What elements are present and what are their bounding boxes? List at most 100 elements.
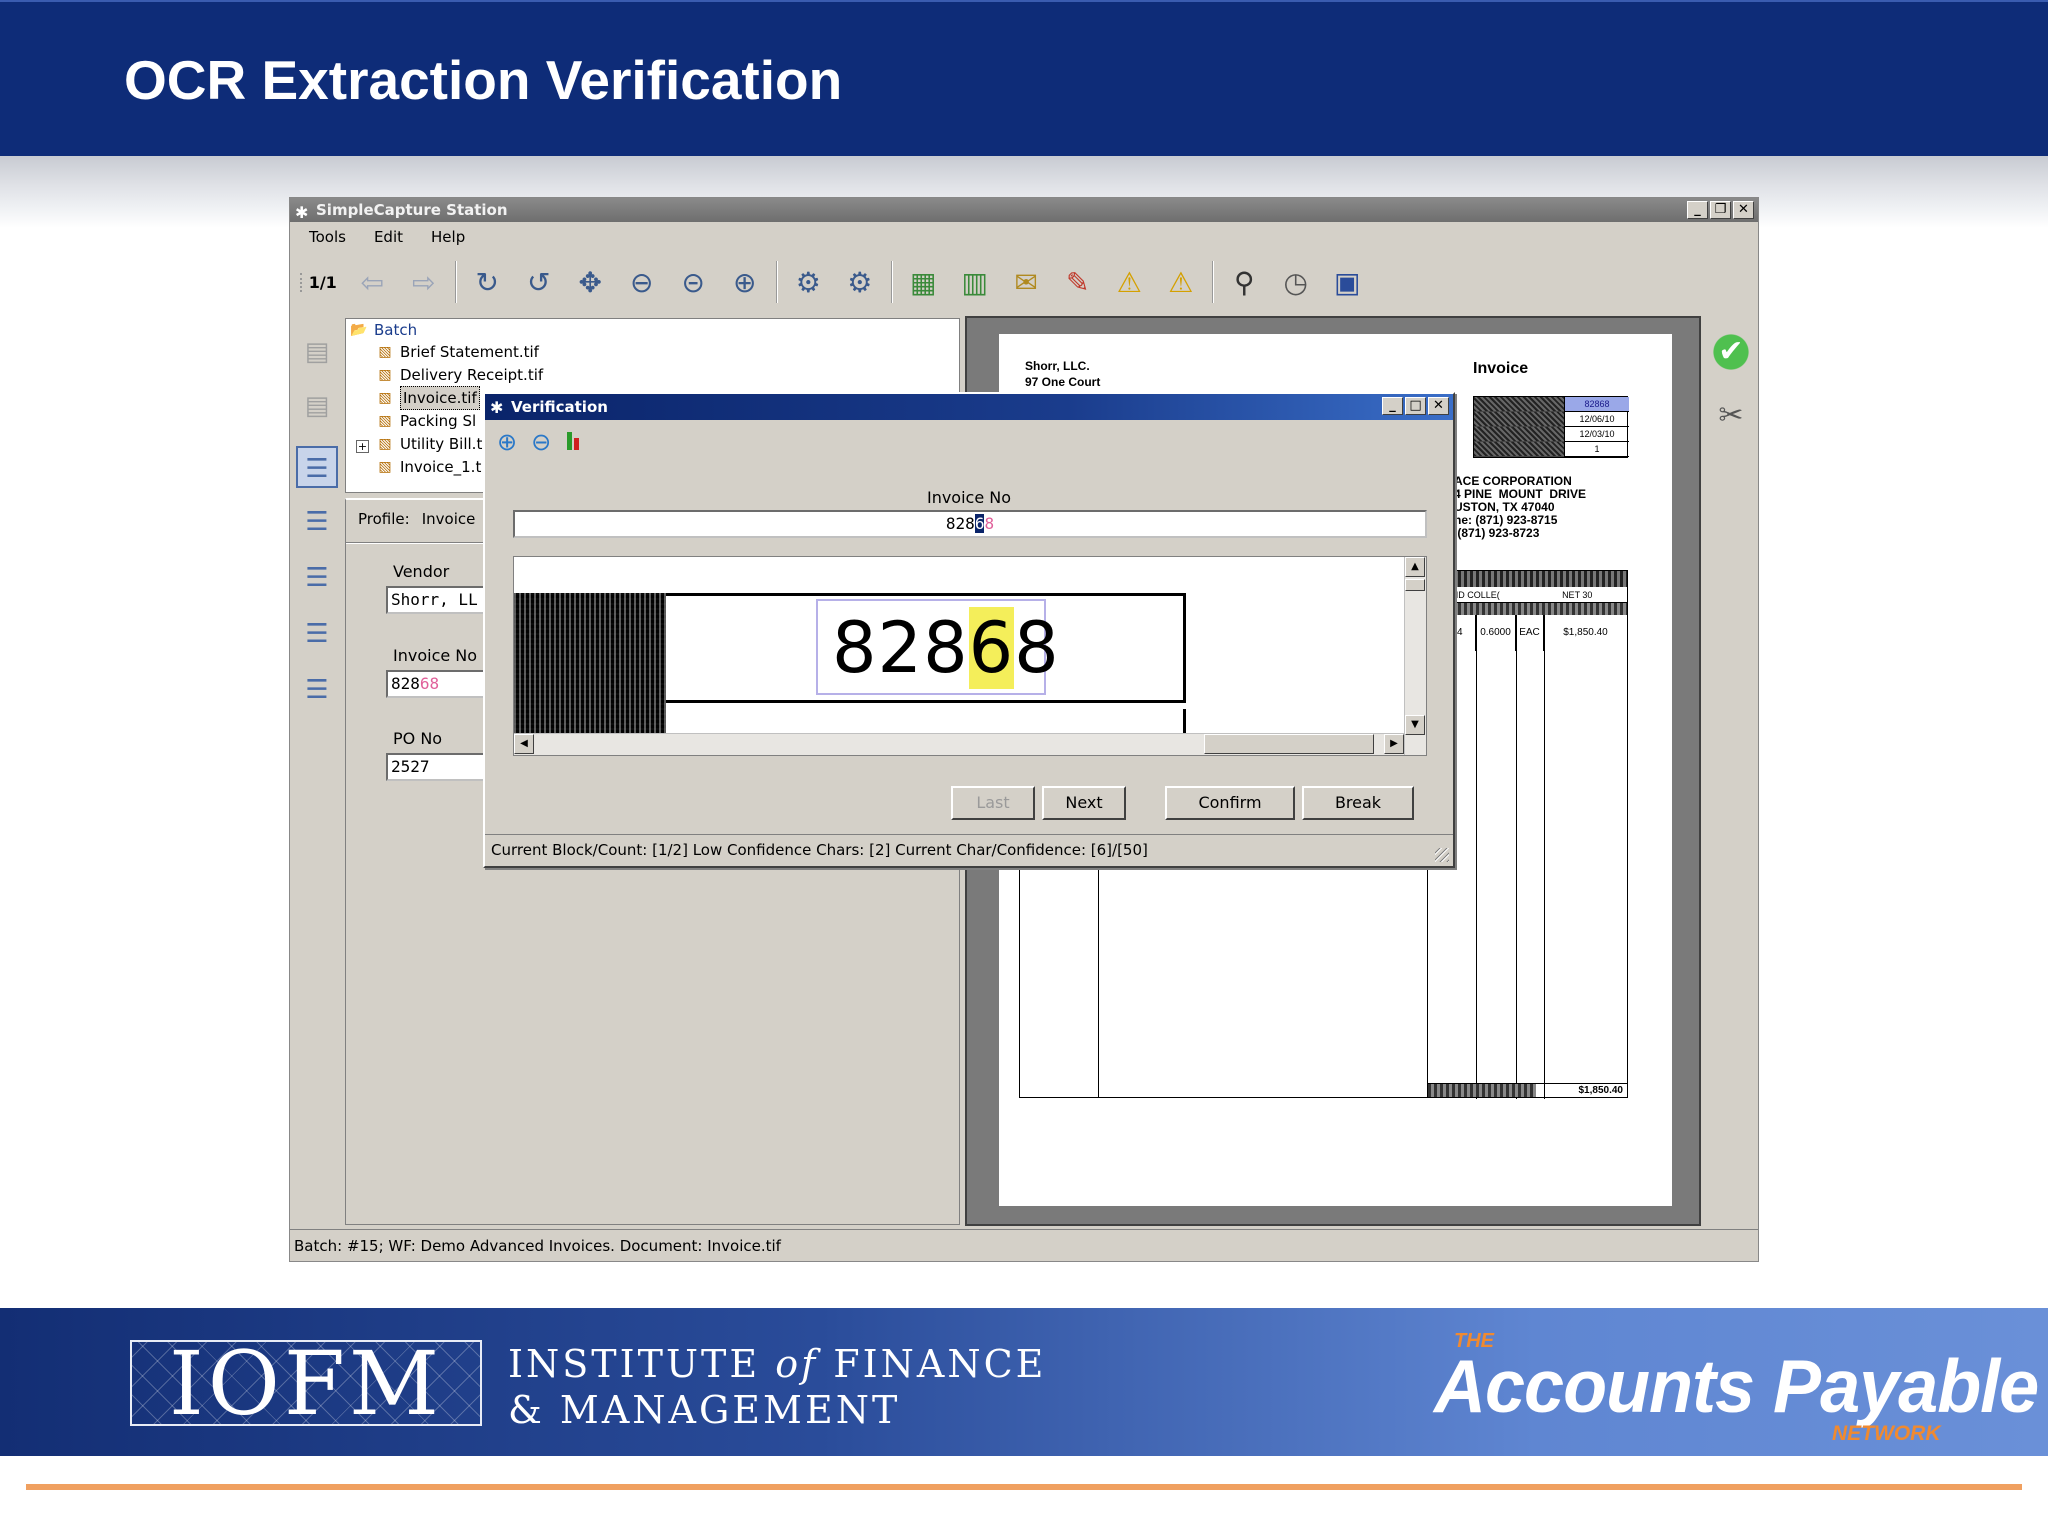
bar-chart-icon[interactable] bbox=[565, 428, 585, 452]
tree-item-label: Invoice.tif bbox=[400, 386, 480, 410]
slide: OCR Extraction Verification ✱ SimpleCapt… bbox=[0, 0, 2048, 1536]
institute-word: INSTITUTE bbox=[508, 1342, 761, 1386]
layout-view-3-icon[interactable]: ☰ bbox=[296, 557, 338, 599]
scroll-thumb[interactable] bbox=[1405, 579, 1425, 591]
rotate-left-icon[interactable]: ↺ bbox=[516, 259, 562, 305]
next-button[interactable]: Next bbox=[1042, 786, 1126, 820]
tree-item[interactable]: ▧ Invoice_1.t bbox=[376, 456, 481, 478]
history-icon[interactable]: ◷ bbox=[1273, 259, 1319, 305]
bill-to-address: ACE CORPORATION 4 PINE MOUNT DRIVE USTON… bbox=[1454, 474, 1587, 540]
verify-field-input[interactable]: 82868 bbox=[513, 510, 1427, 538]
dialog-title: Verification bbox=[511, 398, 608, 416]
tree-item[interactable]: ▧ Delivery Receipt.tif bbox=[376, 364, 543, 386]
document-icon: ▧ bbox=[378, 436, 392, 452]
zoom-in-icon[interactable]: ⊕ bbox=[497, 428, 517, 456]
confirm-button[interactable]: Confirm bbox=[1165, 786, 1295, 820]
vendor-field[interactable]: Shorr, LL bbox=[386, 586, 496, 614]
profile-value[interactable]: Invoice bbox=[422, 510, 476, 528]
zoom-out-icon[interactable]: ⊝ bbox=[671, 259, 717, 305]
find-icon[interactable]: ⚲ bbox=[1222, 259, 1268, 305]
left-icon-strip: ▤ ▤ ☰ ☰ ☰ ☰ ☰ bbox=[292, 321, 342, 941]
menu-help[interactable]: Help bbox=[431, 224, 465, 250]
main-toolbar: 1/1 ⇦ ⇨ ↻ ↺ ✥ ⊖ ⊝ ⊕ ⚙ ⚙ ▦ ▥ ✉ ✎ ⚠ ⚠ ⚲ ◷ … bbox=[290, 255, 1370, 309]
layout-view-5-icon[interactable]: ☰ bbox=[296, 669, 338, 711]
column-line bbox=[1476, 615, 1477, 1099]
layout-view-2-icon[interactable]: ☰ bbox=[296, 501, 338, 543]
scan-block bbox=[1428, 1084, 1536, 1097]
snippet-vertical-scrollbar[interactable]: ▲ ▼ bbox=[1404, 557, 1426, 755]
invoice-date-value: 12/06/10 bbox=[1564, 412, 1629, 427]
add-document-icon[interactable]: ▤ bbox=[296, 331, 338, 373]
invoice-info-box: 82868 12/06/10 12/03/10 1 bbox=[1473, 396, 1629, 458]
scan-block bbox=[1428, 603, 1627, 615]
scroll-right-arrow-icon[interactable]: ▶ bbox=[1384, 734, 1404, 754]
tree-item[interactable]: ▧ Packing Sl bbox=[376, 410, 476, 432]
resize-grip-icon[interactable] bbox=[1435, 848, 1449, 862]
institute-of: of bbox=[775, 1342, 819, 1386]
tree-item-selected[interactable]: ▧ Invoice.tif bbox=[376, 386, 480, 410]
verify-field-label: Invoice No bbox=[926, 488, 1012, 507]
document-history-icon[interactable]: ▤ bbox=[296, 385, 338, 427]
tools-icon[interactable]: ✂ bbox=[1709, 394, 1753, 438]
prev-page-icon[interactable]: ⇦ bbox=[350, 259, 396, 305]
next-page-icon[interactable]: ⇨ bbox=[401, 259, 447, 305]
save-icon[interactable]: ▣ bbox=[1325, 259, 1371, 305]
slide-footer: IOFM INSTITUTE of FINANCE & MANAGEMENT T… bbox=[0, 1308, 2048, 1456]
minimize-button[interactable]: _ bbox=[1687, 201, 1708, 219]
tree-item[interactable]: ▧ Utility Bill.tif bbox=[376, 433, 491, 455]
rotate-right-icon[interactable]: ↻ bbox=[465, 259, 511, 305]
fit-width-icon[interactable]: ⊖ bbox=[619, 259, 665, 305]
dialog-minimize-button[interactable]: _ bbox=[1382, 397, 1403, 415]
restore-button[interactable]: ❐ bbox=[1710, 201, 1731, 219]
image-snippet[interactable]: 82868 12/06/10 ▲ ▼ ◀ ▶ bbox=[513, 556, 1427, 756]
last-button[interactable]: Last bbox=[951, 786, 1035, 820]
dialog-close-button[interactable]: ✕ bbox=[1428, 397, 1449, 415]
sender-name: Shorr, LLC. bbox=[1025, 359, 1090, 373]
scroll-up-arrow-icon[interactable]: ▲ bbox=[1405, 557, 1425, 577]
scroll-down-arrow-icon[interactable]: ▼ bbox=[1405, 715, 1425, 735]
review-icon[interactable]: ✉ bbox=[1004, 259, 1050, 305]
layout-view-1-icon[interactable]: ☰ bbox=[296, 446, 338, 488]
menu-edit[interactable]: Edit bbox=[374, 224, 403, 250]
close-button[interactable]: ✕ bbox=[1733, 201, 1754, 219]
footer-accent-line bbox=[26, 1484, 2022, 1490]
zoom-in-icon[interactable]: ⊕ bbox=[722, 259, 768, 305]
scan-noise-block bbox=[514, 593, 666, 748]
invoice-no-confident-chars: 828 bbox=[391, 674, 420, 693]
tree-item-label: Invoice_1.t bbox=[400, 458, 482, 476]
tree-item[interactable]: ▧ Brief Statement.tif bbox=[376, 341, 539, 363]
invoice-left-table bbox=[1019, 854, 1429, 1098]
fit-page-icon[interactable]: ✥ bbox=[568, 259, 614, 305]
green-check-icon[interactable]: ✔ bbox=[1709, 330, 1753, 374]
split-icon[interactable]: ▥ bbox=[952, 259, 998, 305]
app-puzzle-icon: ✱ bbox=[295, 203, 309, 222]
snippet-after: 8 bbox=[1014, 607, 1060, 689]
break-button[interactable]: Break bbox=[1302, 786, 1414, 820]
tree-root-batch[interactable]: 📂 Batch bbox=[350, 319, 417, 341]
tree-expand-toggle[interactable]: + bbox=[356, 440, 369, 453]
institute-name-line1: INSTITUTE of FINANCE bbox=[508, 1342, 1046, 1386]
dialog-maximize-button[interactable]: □ bbox=[1405, 397, 1426, 415]
dialog-titlebar[interactable]: ✱ Verification _ □ ✕ bbox=[485, 394, 1453, 420]
invoice-number-value: 82868 bbox=[1564, 397, 1629, 412]
warning-doc-icon[interactable]: ⚠ bbox=[1158, 259, 1204, 305]
process-all-icon[interactable]: ⚙ bbox=[837, 259, 883, 305]
snippet-horizontal-scrollbar[interactable]: ◀ ▶ bbox=[514, 733, 1404, 755]
scroll-left-arrow-icon[interactable]: ◀ bbox=[514, 734, 534, 754]
order-date-value: 12/03/10 bbox=[1564, 427, 1629, 442]
warning-icon[interactable]: ⚠ bbox=[1107, 259, 1153, 305]
value-before-cursor: 828 bbox=[945, 514, 975, 533]
classify-icon[interactable]: ▦ bbox=[901, 259, 947, 305]
layout-view-4-icon[interactable]: ☰ bbox=[296, 613, 338, 655]
scroll-thumb[interactable] bbox=[1204, 734, 1374, 754]
verify-icon[interactable]: ✎ bbox=[1055, 259, 1101, 305]
app-titlebar[interactable]: ✱ SimpleCapture Station _ ❐ ✕ bbox=[290, 198, 1758, 222]
menu-tools[interactable]: Tools bbox=[309, 224, 346, 250]
document-icon: ▧ bbox=[378, 413, 392, 429]
po-no-field[interactable]: 2527 bbox=[386, 753, 496, 781]
institute-name-line2: & MANAGEMENT bbox=[508, 1388, 901, 1432]
invoice-no-field[interactable]: 82868 bbox=[386, 670, 496, 698]
zoom-out-icon[interactable]: ⊖ bbox=[531, 428, 551, 456]
process-icon[interactable]: ⚙ bbox=[786, 259, 832, 305]
column-line bbox=[1544, 615, 1545, 1099]
